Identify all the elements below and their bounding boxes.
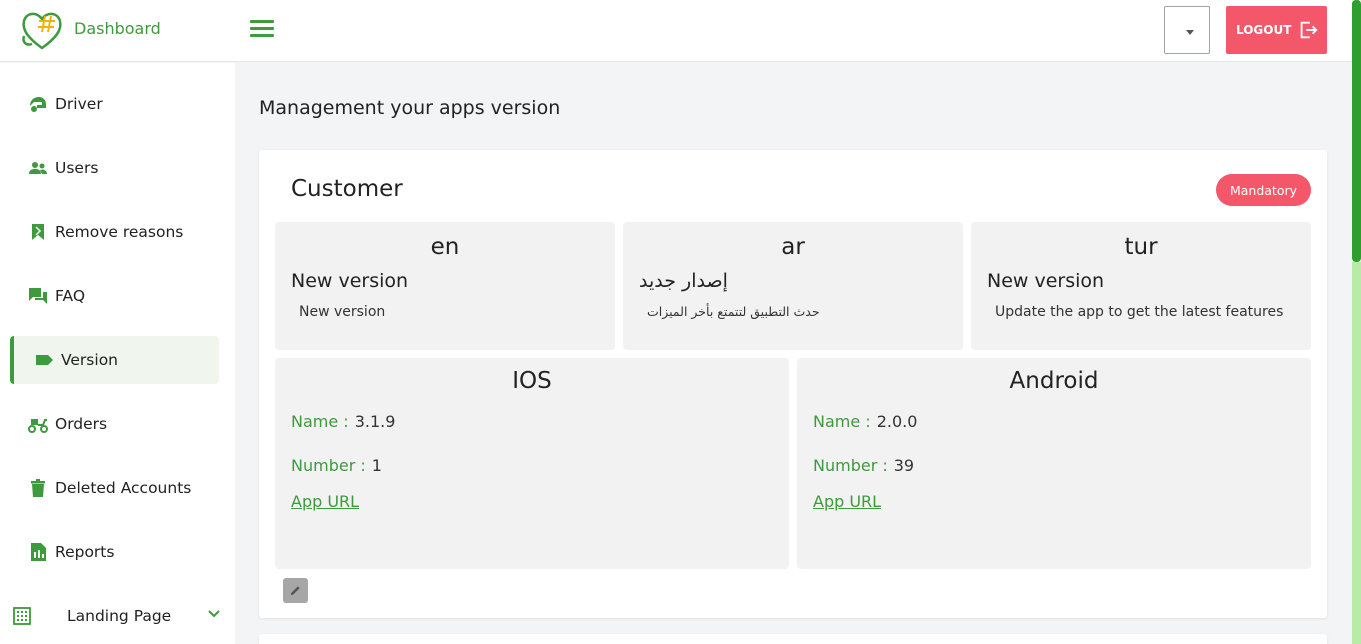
language-description: Update the app to get the latest feature…	[995, 304, 1284, 320]
sidebar-item-label: Deleted Accounts	[55, 479, 192, 497]
logout-label: LOGOUT	[1236, 23, 1292, 37]
sidebar-item-label: Users	[55, 159, 99, 177]
language-title: New version	[291, 270, 409, 292]
version-name-row: Name : 3.1.9	[291, 412, 395, 431]
version-card: Customer Mandatory en New version New ve…	[259, 150, 1327, 618]
language-title: New version	[987, 270, 1105, 292]
sidebar-item-label: Reports	[55, 543, 115, 561]
sidebar-item-label: Remove reasons	[55, 223, 184, 241]
sidebar-item-landing-page[interactable]: Landing Page	[0, 592, 225, 640]
sidebar-item-label: FAQ	[55, 287, 86, 305]
version-number-row: Number : 39	[813, 456, 914, 475]
version-number-value: 39	[893, 456, 915, 475]
brand-title: Dashboard	[74, 19, 161, 38]
menu-toggle-button[interactable]	[250, 20, 274, 38]
app-url-link[interactable]: App URL	[813, 492, 881, 511]
language-description: New version	[299, 304, 386, 320]
version-number-value: 1	[371, 456, 382, 475]
sidebar-item-orders[interactable]: Orders	[10, 400, 219, 448]
version-name-value: 3.1.9	[354, 412, 396, 431]
trash-icon	[28, 478, 48, 498]
caret-down-icon	[1186, 30, 1194, 35]
version-name-label: Name :	[813, 412, 871, 431]
sidebar-item-deleted-accounts[interactable]: Deleted Accounts	[10, 464, 219, 512]
top-bar: Dashboard LOGOUT	[0, 0, 1352, 62]
platform-title: Android	[1009, 368, 1099, 394]
driver-icon	[28, 94, 48, 114]
edit-button[interactable]	[283, 578, 308, 603]
language-dropdown[interactable]	[1164, 6, 1210, 54]
mandatory-badge: Mandatory	[1216, 174, 1311, 206]
version-name-label: Name :	[291, 412, 349, 431]
platform-panel-ios: IOS Name : 3.1.9 Number : 1 App URL	[275, 358, 789, 569]
pencil-icon	[290, 586, 300, 596]
logout-button[interactable]: LOGOUT	[1226, 6, 1327, 54]
sidebar-item-version[interactable]: Version	[10, 336, 219, 384]
sidebar-item-label: Version	[61, 351, 118, 369]
scrollbar-thumb[interactable]	[1352, 0, 1361, 262]
language-code: en	[430, 234, 460, 260]
next-card	[259, 634, 1327, 644]
tag-icon	[34, 350, 54, 370]
users-icon	[28, 158, 48, 178]
language-description: حدث التطبيق لتتمتع بأخر الميزات	[647, 304, 820, 319]
grid-icon	[12, 606, 32, 626]
sidebar-item-label: Orders	[55, 415, 108, 433]
sidebar-item-label: Driver	[55, 95, 103, 113]
bookmark-icon	[28, 222, 48, 242]
chevron-down-icon	[207, 606, 221, 624]
language-code: ar	[781, 234, 805, 260]
sidebar-item-faq[interactable]: FAQ	[10, 272, 219, 320]
sidebar-item-label: Landing Page	[67, 607, 172, 625]
version-number-label: Number :	[291, 456, 366, 475]
language-title: إصدار جديد	[639, 270, 728, 292]
page-title: Management your apps version	[259, 97, 561, 119]
page-scrollbar[interactable]	[1352, 0, 1361, 644]
language-panel-en: en New version New version	[275, 222, 615, 350]
report-icon	[28, 542, 48, 562]
scooter-icon	[28, 414, 48, 434]
platform-panel-android: Android Name : 2.0.0 Number : 39 App URL	[797, 358, 1311, 569]
version-number-row: Number : 1	[291, 456, 382, 475]
platform-title: IOS	[512, 368, 552, 394]
sidebar-item-driver[interactable]: Driver	[10, 80, 219, 128]
language-panel-tur: tur New version Update the app to get th…	[971, 222, 1311, 350]
logout-icon	[1301, 21, 1318, 39]
app-url-link[interactable]: App URL	[291, 492, 359, 511]
version-name-row: Name : 2.0.0	[813, 412, 917, 431]
sidebar: Driver Users Remove reasons FAQ Version …	[0, 63, 235, 644]
logo-icon	[22, 12, 62, 50]
sidebar-item-reports[interactable]: Reports	[10, 528, 219, 576]
sidebar-item-remove-reasons[interactable]: Remove reasons	[10, 208, 219, 256]
card-title: Customer	[291, 176, 403, 202]
language-code: tur	[1124, 234, 1158, 260]
language-panel-ar: ar إصدار جديد حدث التطبيق لتتمتع بأخر ال…	[623, 222, 963, 350]
chat-icon	[28, 286, 48, 306]
version-number-label: Number :	[813, 456, 888, 475]
version-name-value: 2.0.0	[876, 412, 918, 431]
sidebar-item-users[interactable]: Users	[10, 144, 219, 192]
